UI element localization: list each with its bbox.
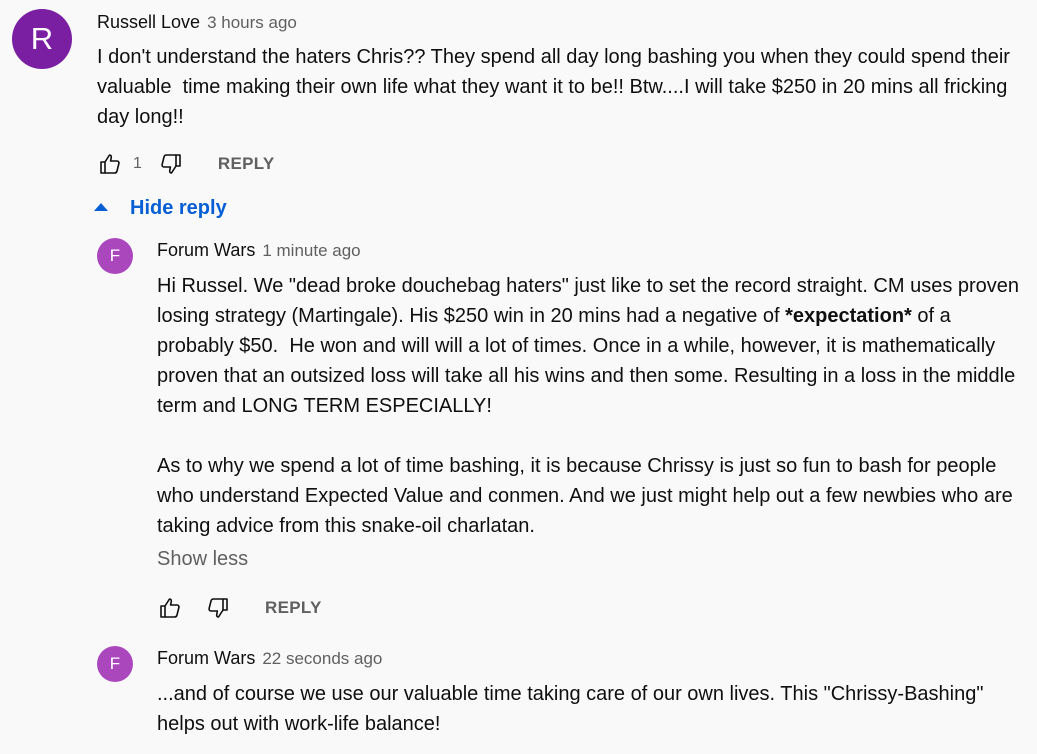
dislike-button[interactable] (205, 595, 231, 621)
reply-author[interactable]: Forum Wars (157, 240, 255, 261)
reply-button[interactable]: REPLY (265, 598, 322, 618)
reply-timestamp[interactable]: 1 minute ago (262, 241, 360, 261)
thumbs-up-icon (100, 154, 120, 174)
reply-text-bold: *expectation* (785, 305, 912, 327)
hide-reply-button[interactable]: Hide reply (94, 194, 227, 222)
reply-actions: REPLY (157, 593, 322, 623)
avatar-letter: F (109, 246, 121, 265)
like-button[interactable] (157, 595, 183, 621)
thumbs-down-icon (208, 598, 228, 618)
reply-button[interactable]: REPLY (218, 154, 275, 174)
show-less-button[interactable]: Show less (157, 548, 248, 571)
reply-timestamp[interactable]: 22 seconds ago (262, 649, 382, 669)
avatar-letter: F (109, 654, 121, 673)
comment-text: I don't understand the haters Chris?? Th… (97, 46, 1016, 128)
dislike-button[interactable] (158, 151, 184, 177)
like-count: 1 (133, 155, 142, 172)
like-button[interactable] (97, 151, 123, 177)
reply-header: Forum Wars 22 seconds ago (157, 648, 382, 669)
comment-header: Russell Love 3 hours ago (97, 12, 297, 33)
avatar[interactable]: R (12, 9, 72, 69)
comment-author[interactable]: Russell Love (97, 12, 200, 33)
comment-actions: 1 REPLY (97, 149, 275, 179)
triangle-up-icon (94, 203, 108, 211)
reply-author[interactable]: Forum Wars (157, 648, 255, 669)
avatar[interactable]: F (97, 646, 133, 682)
thumbs-up-icon (160, 598, 180, 618)
reply-header: Forum Wars 1 minute ago (157, 240, 361, 261)
avatar-letter: R (30, 21, 54, 56)
comment-timestamp[interactable]: 3 hours ago (207, 13, 297, 33)
reply-text-part2: of a probably $50. He won and will will … (157, 305, 1016, 537)
thumbs-down-icon (161, 154, 181, 174)
avatar[interactable]: F (97, 238, 133, 274)
reply-text: Hi Russel. We "dead broke douchebag hate… (157, 271, 1025, 541)
reply-text: ...and of course we use our valuable tim… (157, 683, 990, 735)
hide-reply-label: Hide reply (130, 196, 227, 219)
